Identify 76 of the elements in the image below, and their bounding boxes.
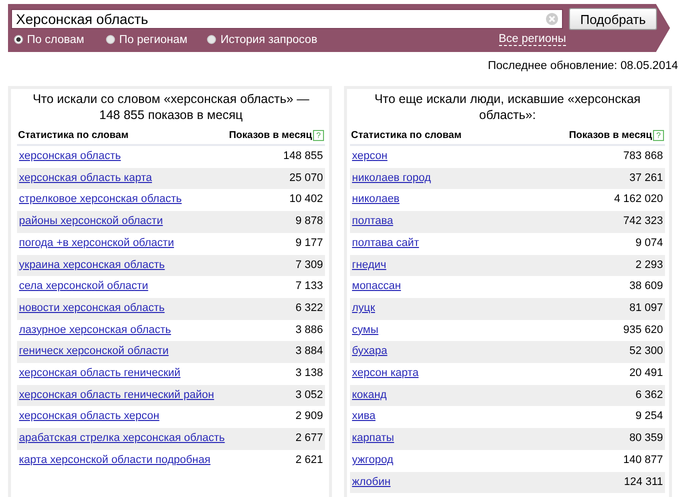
last-update-text: Последнее обновление: 08.05.2014 (488, 60, 678, 72)
clear-icon[interactable] (546, 13, 558, 25)
query-link[interactable]: погода +в херсонской области (19, 236, 174, 251)
query-link[interactable]: херсонская область генический район (19, 388, 214, 402)
impressions-count: 81 097 (629, 302, 663, 316)
impressions-count: 2 677 (295, 432, 323, 446)
impressions-count: 742 323 (623, 215, 663, 229)
search-button[interactable]: Подобрать (569, 8, 657, 30)
impressions-count: 38 609 (629, 280, 663, 294)
impressions-count: 935 620 (623, 324, 663, 338)
impressions-count: 6 362 (635, 388, 663, 402)
impressions-count: 2 293 (635, 258, 663, 272)
column-header: Показов в месяц (568, 130, 652, 141)
query-link[interactable]: полтава сайт (352, 236, 419, 251)
impressions-count: 52 300 (629, 345, 663, 360)
query-link[interactable]: луцк (352, 302, 376, 316)
query-link[interactable]: мопассан (352, 280, 401, 294)
impressions-count: 4 162 020 (614, 193, 663, 208)
impressions-count: 3 052 (295, 388, 323, 402)
query-link[interactable]: сумы (352, 324, 378, 338)
impressions-count: 140 877 (623, 454, 663, 468)
impressions-count: 9 254 (635, 410, 663, 424)
impressions-count: 9 177 (295, 236, 323, 251)
query-link[interactable]: ужгород (352, 454, 394, 468)
impressions-count: 7 133 (295, 280, 323, 294)
impressions-count: 10 402 (289, 193, 323, 208)
impressions-count: 80 359 (629, 432, 663, 446)
panel-title: Что еще искали люди, искавшие «херсонская область»: (373, 91, 642, 124)
impressions-count: 783 868 (623, 150, 663, 164)
radio-option[interactable]: По словам (14, 34, 84, 46)
impressions-count: 3 138 (295, 367, 323, 381)
impressions-count: 9 878 (295, 215, 323, 229)
impressions-count: 2 909 (295, 410, 323, 424)
query-link[interactable]: херсонская область херсон (19, 410, 160, 424)
query-link[interactable]: новости херсонская область (19, 302, 165, 316)
query-link[interactable]: хива (352, 410, 376, 424)
column-header: Показов в месяц (228, 130, 312, 141)
query-link[interactable]: херсонская область генический (19, 367, 180, 381)
impressions-count: 7 309 (295, 258, 323, 272)
impressions-count: 3 886 (295, 324, 323, 338)
all-regions-link[interactable]: Все регионы (498, 33, 566, 46)
query-link[interactable]: херсон карта (352, 367, 419, 381)
query-link[interactable]: николаев город (352, 172, 431, 186)
query-link[interactable]: карпаты (352, 432, 394, 446)
impressions-count: 148 855 (283, 150, 323, 164)
column-header: Статистика по словам (18, 130, 128, 141)
query-link[interactable]: карта херсонской области подробная (19, 454, 210, 468)
query-link[interactable]: полтава (352, 215, 394, 229)
radio-option[interactable]: История запросов (207, 34, 318, 46)
panel-title: Что искали со словом «херсонская область» — 148 855 показов в месяц (32, 91, 310, 124)
impressions-count: 9 074 (635, 236, 663, 251)
query-link[interactable]: районы херсонской области (19, 215, 163, 229)
query-link[interactable]: гнедич (352, 258, 386, 272)
query-link[interactable]: бухара (352, 345, 388, 360)
query-link[interactable]: геническ херсонской области (19, 345, 169, 360)
query-link[interactable]: жлобин (352, 476, 391, 490)
query-link[interactable]: лазурное херсонская область (19, 324, 172, 338)
query-link[interactable]: украина херсонская область (19, 258, 165, 272)
impressions-count: 2 621 (295, 454, 323, 468)
search-field[interactable]: Херсонская область (11, 9, 563, 29)
query-link[interactable]: коканд (352, 388, 387, 402)
radio-option[interactable]: По регионам (106, 34, 188, 46)
query-link[interactable]: села херсонской области (19, 280, 148, 294)
query-link[interactable]: николаев (352, 193, 400, 208)
column-header: Статистика по словам (351, 130, 462, 141)
query-link[interactable]: херсон (352, 150, 388, 164)
impressions-count: 6 322 (295, 302, 323, 316)
query-link[interactable]: стрелковое херсонская область (19, 193, 182, 208)
query-link[interactable]: херсонская область (19, 150, 121, 164)
impressions-count: 124 311 (624, 476, 663, 490)
impressions-count: 20 491 (629, 367, 663, 381)
query-link[interactable]: арабатская стрелка херсонская область (19, 432, 225, 446)
query-link[interactable]: херсонская область карта (19, 172, 152, 186)
impressions-count: 3 884 (295, 345, 323, 360)
impressions-count: 25 070 (289, 172, 323, 186)
impressions-count: 37 261 (629, 172, 663, 186)
